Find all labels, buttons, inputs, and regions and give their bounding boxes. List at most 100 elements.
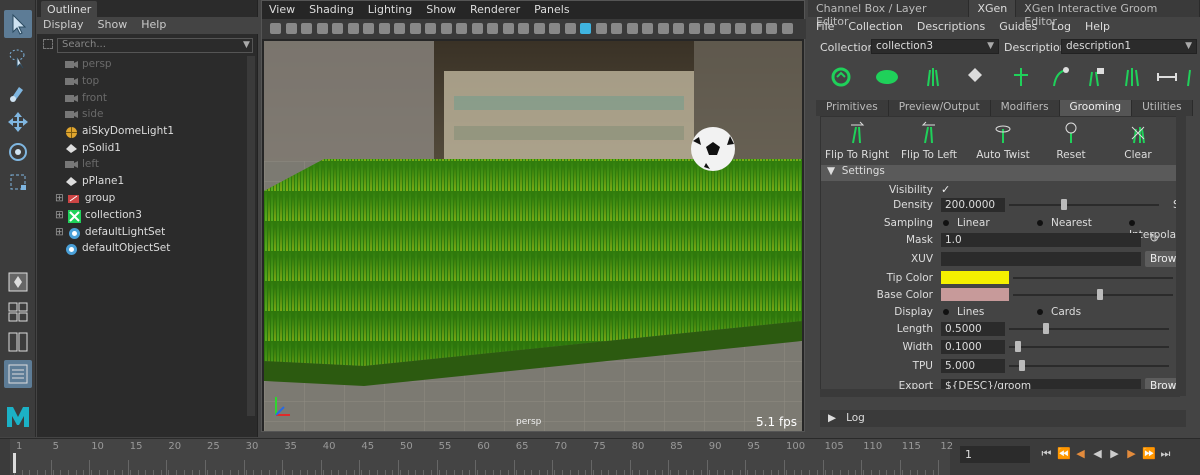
step-forward-icon[interactable]: ⏩ (1142, 447, 1156, 463)
outliner-item[interactable]: persp (65, 56, 112, 72)
filter-icon[interactable] (43, 39, 53, 49)
menu-shading[interactable]: Shading (309, 3, 354, 19)
viewport-tool-icon[interactable] (347, 23, 359, 34)
outliner-item[interactable]: ⊞ group (55, 190, 115, 206)
length-slider[interactable] (1009, 328, 1169, 330)
timeline-ruler[interactable]: 1 5 10 15 20 25 30 35 40 45 50 55 60 65 70 75 80 85 90 95 10… (10, 439, 953, 475)
viewport-tool-icon[interactable] (301, 23, 312, 34)
outliner-item[interactable]: side (65, 106, 104, 122)
outliner-scrollbar[interactable] (247, 56, 255, 416)
viewport-tool-icon[interactable] (332, 23, 343, 34)
viewport-tool-icon[interactable] (595, 23, 607, 34)
tip-color-slider[interactable] (1013, 277, 1173, 279)
visibility-checkbox[interactable]: ✓ (941, 183, 950, 196)
scale-tool-icon[interactable] (4, 168, 32, 196)
sampling-nearest-radio[interactable]: Nearest (1037, 217, 1092, 229)
grooming-hscrollbar[interactable] (820, 389, 1180, 397)
viewport-tool-icon[interactable] (626, 23, 638, 34)
step-back-icon[interactable]: ⏪ (1057, 447, 1071, 463)
viewport-tool-icon[interactable] (564, 23, 576, 34)
search-dropdown-icon[interactable]: ▼ (243, 40, 250, 50)
log-section[interactable]: ▶ Log (820, 410, 1186, 427)
add-guide-icon[interactable] (920, 64, 946, 90)
viewport-tool-icon[interactable] (611, 23, 622, 34)
add-guide-plus-icon[interactable] (1008, 64, 1034, 90)
menu-log[interactable]: Log (1051, 20, 1071, 33)
guide-width-icon[interactable] (1154, 64, 1180, 90)
base-color-slider[interactable] (1013, 294, 1173, 296)
menu-panels[interactable]: Panels (534, 3, 569, 19)
layout-outliner-icon[interactable] (4, 360, 32, 388)
viewport-tool-icon[interactable] (719, 23, 731, 34)
layout-single-icon[interactable] (4, 268, 32, 296)
reset-button[interactable]: Reset (1039, 119, 1103, 163)
menu-collection[interactable]: Collection (848, 20, 902, 33)
bend-guide-icon[interactable] (1046, 64, 1072, 90)
viewport-tool-icon[interactable] (487, 23, 498, 34)
current-frame-field[interactable]: 1 (960, 446, 1030, 463)
search-input[interactable]: Search... (57, 38, 253, 53)
go-to-start-icon[interactable]: ⏮ (1040, 447, 1053, 463)
viewport-tool-icon[interactable] (378, 23, 390, 34)
viewport-tool-icon[interactable] (409, 23, 421, 34)
menu-guides[interactable]: Guides (999, 20, 1037, 33)
groom-ellipse-icon[interactable] (874, 64, 900, 90)
viewport-tool-icon[interactable] (704, 23, 715, 34)
tab-xgen[interactable]: XGen (969, 0, 1017, 17)
tip-color-swatch[interactable] (941, 271, 1009, 284)
viewport-tool-icon[interactable] (270, 23, 281, 34)
move-tool-icon[interactable] (4, 108, 32, 136)
outliner-item[interactable]: top (65, 73, 99, 89)
expand-node-icon[interactable]: ⊞ (55, 209, 64, 221)
display-cards-radio[interactable]: Cards (1037, 306, 1081, 318)
outliner-tab[interactable]: Outliner (41, 1, 98, 17)
scene-render[interactable] (264, 41, 802, 431)
viewport-tool-icon[interactable] (673, 23, 684, 34)
flip-to-right-button[interactable]: Flip To Right (825, 119, 889, 163)
menu-view[interactable]: View (269, 3, 295, 19)
viewport-tool-icon[interactable] (471, 23, 483, 34)
viewport-tool-icon[interactable] (549, 23, 560, 34)
layout-split-icon[interactable] (4, 328, 32, 356)
select-tool-icon[interactable] (4, 10, 32, 38)
viewport-tool-icon[interactable] (642, 23, 653, 34)
menu-file[interactable]: File (816, 20, 834, 33)
viewport-tool-icon[interactable] (285, 23, 297, 34)
lock-guide-icon[interactable] (1082, 64, 1108, 90)
mask-field[interactable]: 1.0 (941, 233, 1141, 247)
outliner-item[interactable]: defaultObjectSet (65, 240, 170, 256)
guide-length-icon[interactable] (1118, 64, 1144, 90)
description-select[interactable]: description1 ▼ (1061, 39, 1197, 54)
tab-primitives[interactable]: Primitives (816, 100, 889, 116)
tab-channel-box[interactable]: Channel Box / Layer Editor (808, 0, 970, 28)
outliner-item[interactable]: left (65, 156, 99, 172)
base-color-swatch[interactable] (941, 288, 1009, 301)
width-field[interactable]: 0.1000 (941, 340, 1005, 354)
menu-help[interactable]: Help (141, 18, 166, 33)
play-backwards-icon[interactable]: ◀ (1091, 447, 1104, 463)
outliner-item[interactable]: pPlane1 (65, 173, 124, 189)
viewport-tool-icon[interactable] (580, 23, 591, 34)
viewport-tool-icon[interactable] (425, 23, 436, 34)
viewport-tool-icon[interactable] (518, 23, 529, 34)
tab-grooming[interactable]: Grooming (1059, 100, 1133, 116)
viewport-tool-icon[interactable] (363, 23, 374, 34)
more-tools-icon[interactable] (1184, 64, 1200, 90)
tab-utilities[interactable]: Utilities (1132, 100, 1193, 116)
viewport-tool-icon[interactable] (781, 23, 793, 34)
viewport-tool-icon[interactable] (766, 23, 777, 34)
tab-groom-editor[interactable]: XGen Interactive Groom Editor (1016, 0, 1200, 28)
play-forwards-icon[interactable]: ▶ (1108, 447, 1121, 463)
expand-node-icon[interactable]: ⊞ (55, 226, 64, 238)
outliner-item[interactable]: front (65, 90, 107, 106)
menu-display[interactable]: Display (43, 18, 84, 33)
tpu-field[interactable]: 5.000 (941, 359, 1005, 373)
viewport-tool-icon[interactable] (750, 23, 762, 34)
step-forward-key-icon[interactable]: ▶ (1125, 447, 1138, 463)
rotate-tool-icon[interactable] (4, 138, 32, 166)
grooming-scrollbar[interactable] (1176, 116, 1186, 396)
expand-node-icon[interactable]: ⊞ (55, 192, 64, 204)
menu-renderer[interactable]: Renderer (470, 3, 520, 19)
length-slider-handle[interactable] (1043, 323, 1049, 334)
paint-tool-icon[interactable] (4, 78, 32, 106)
